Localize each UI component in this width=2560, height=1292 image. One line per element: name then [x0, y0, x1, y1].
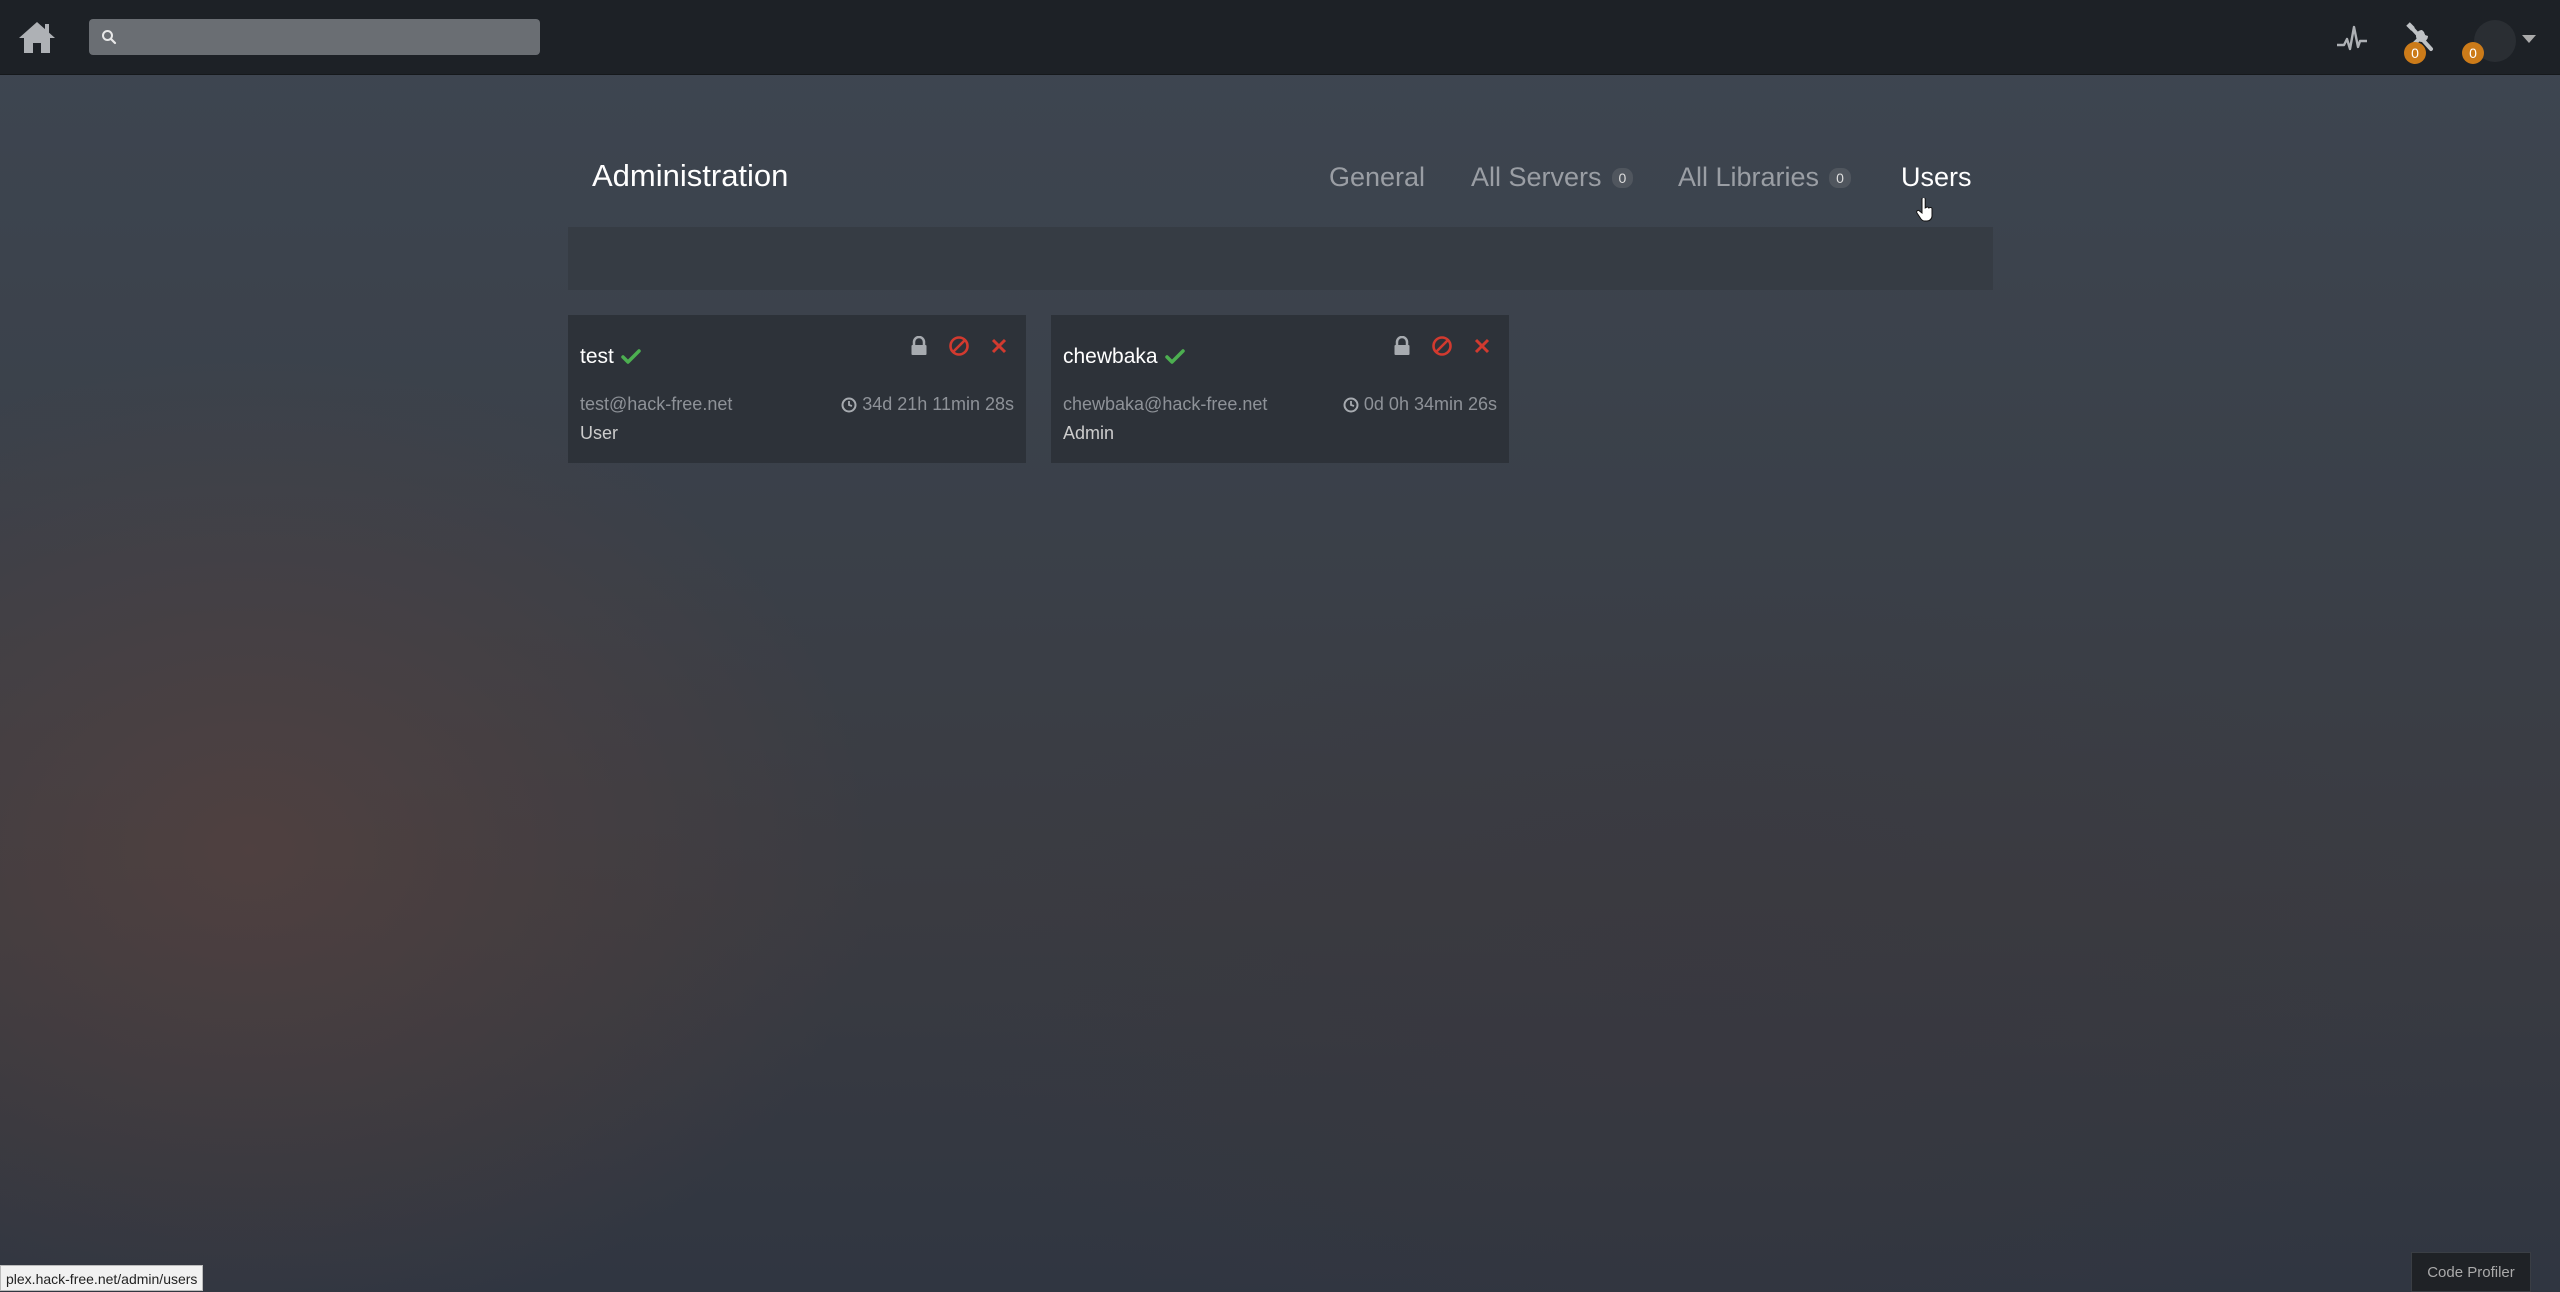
user-email: test@hack-free.net	[580, 394, 733, 414]
tab-label: Users	[1901, 162, 1972, 192]
user-role: User	[580, 423, 619, 443]
lock-button[interactable]	[1389, 333, 1415, 359]
home-button[interactable]	[16, 18, 58, 56]
settings-button[interactable]: 0	[2400, 18, 2440, 64]
chevron-down-icon[interactable]	[2522, 35, 2536, 43]
page-title: Administration	[592, 158, 789, 193]
activity-icon	[2337, 25, 2367, 51]
check-icon	[1164, 349, 1185, 364]
tab-label: General	[1329, 162, 1426, 192]
session-duration: 34d 21h 11min 28s	[862, 394, 1014, 414]
block-button[interactable]	[946, 333, 972, 359]
count-badge: 0	[1829, 167, 1851, 188]
activity-button[interactable]	[2332, 18, 2372, 58]
delete-button[interactable]	[986, 333, 1012, 359]
settings-badge: 0	[2404, 42, 2426, 64]
filter-bar	[568, 227, 1993, 290]
code-profiler-button[interactable]: Code Profiler	[2411, 1252, 2531, 1292]
clock-icon	[841, 397, 857, 412]
status-bar-url: plex.hack-free.net/admin/users	[0, 1265, 204, 1291]
user-badge: 0	[2462, 42, 2484, 64]
tab-label: All Servers	[1471, 162, 1602, 192]
lock-icon	[1394, 336, 1410, 355]
tab-general[interactable]: General	[1329, 162, 1425, 193]
tab-label: All Libraries	[1678, 162, 1820, 192]
search-input[interactable]	[123, 19, 537, 57]
close-icon	[991, 338, 1007, 354]
close-icon	[1474, 338, 1490, 354]
ban-icon	[949, 336, 969, 356]
user-name: test	[580, 345, 614, 368]
user-name: chewbaka	[1063, 345, 1158, 368]
session-duration: 0d 0h 34min 26s	[1363, 394, 1497, 414]
hand-cursor-icon	[1916, 198, 1933, 222]
search-icon	[102, 30, 117, 45]
delete-button[interactable]	[1469, 333, 1495, 359]
search-box[interactable]	[89, 19, 540, 57]
user-email: chewbaka@hack-free.net	[1063, 394, 1268, 414]
tab-all-servers[interactable]: All Servers 0	[1471, 162, 1634, 193]
user-card: chewbaka chewbaka@hack-free.net 0d 0h 34…	[1051, 315, 1509, 463]
tab-all-libraries[interactable]: All Libraries 0	[1678, 162, 1851, 193]
clock-icon	[1343, 397, 1359, 412]
user-role: Admin	[1063, 423, 1115, 443]
top-navbar: 0 0	[0, 0, 2560, 75]
lock-icon	[911, 336, 927, 355]
home-icon	[19, 22, 55, 53]
ban-icon	[1432, 336, 1452, 356]
tab-users[interactable]: Users	[1901, 162, 1972, 193]
block-button[interactable]	[1429, 333, 1455, 359]
user-card: test test@hack-free.net 34d 21h 11min 28…	[568, 315, 1026, 463]
check-icon	[621, 349, 641, 364]
lock-button[interactable]	[906, 333, 932, 359]
count-badge: 0	[1611, 167, 1634, 188]
